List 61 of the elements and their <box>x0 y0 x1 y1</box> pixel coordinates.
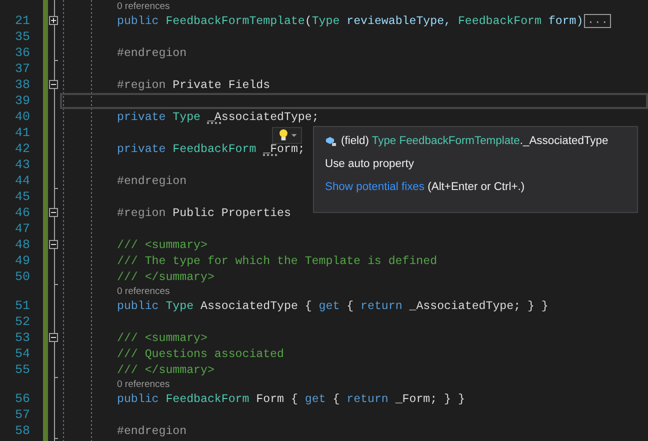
line-number: 37 <box>14 62 30 76</box>
collapse-icon[interactable] <box>49 240 58 249</box>
lightbulb-icon[interactable] <box>272 127 302 144</box>
code-line: private FeedbackForm _Form; <box>117 142 305 156</box>
code-line: /// </summary> <box>117 270 214 284</box>
line-number: 47 <box>14 222 30 236</box>
line-number: 36 <box>14 46 30 60</box>
line-number: 56 <box>14 392 30 406</box>
collapse-icon[interactable] <box>49 208 58 217</box>
line-number: 40 <box>14 110 30 124</box>
line-number: 38 <box>14 78 30 92</box>
code-line: #endregion <box>117 46 187 60</box>
line-number: 55 <box>14 363 30 377</box>
code-line: /// The type for which the Template is defined <box>117 254 438 268</box>
expand-icon[interactable] <box>49 16 58 25</box>
line-number: 46 <box>14 206 30 220</box>
references-count[interactable]: 0 references <box>117 378 170 391</box>
code-line: /// Questions associated <box>117 348 284 360</box>
code-line: public Type AssociatedType { get { return _AssociatedType; } } <box>117 300 548 312</box>
line-number: 48 <box>14 238 30 252</box>
collapsed-code-marker[interactable]: ... <box>584 14 612 28</box>
line-number: 58 <box>14 424 30 438</box>
collapse-icon[interactable] <box>49 333 58 342</box>
line-number: 39 <box>14 94 30 108</box>
collapse-icon[interactable] <box>49 80 58 89</box>
line-number: 41 <box>14 126 30 140</box>
line-number: 51 <box>14 299 30 313</box>
line-number: 53 <box>14 331 30 345</box>
code-line: public FeedbackForm Form { get { return _Form; } } <box>117 392 465 406</box>
line-number: 54 <box>14 347 30 361</box>
line-number: 45 <box>14 190 30 204</box>
symbol-signature: (field) Type FeedbackFormTemplate._AssociatedType <box>341 135 608 147</box>
references-count[interactable]: 0 references <box>117 285 170 298</box>
line-number: 57 <box>14 408 30 422</box>
code-line: public FeedbackFormTemplate(Type reviewableType, FeedbackForm form) <box>117 14 584 28</box>
code-line: private Type _AssociatedType; <box>117 110 319 124</box>
references-count[interactable]: 0 references <box>117 0 170 13</box>
code-line: #region Public Properties <box>117 206 291 220</box>
code-line: /// <summary> <box>117 332 208 344</box>
fold-end-marker <box>54 60 58 61</box>
code-line: #endregion <box>117 424 187 438</box>
line-number: 44 <box>14 174 30 188</box>
fold-end-marker <box>54 377 58 378</box>
suggestion-text: Use auto property <box>325 158 415 170</box>
line-number: 50 <box>14 270 30 284</box>
line-number: 35 <box>14 30 30 44</box>
line-number: 21 <box>14 14 30 28</box>
code-line: /// <summary> <box>117 238 208 252</box>
code-line: #endregion <box>117 174 187 188</box>
fold-end-marker <box>54 188 58 189</box>
fold-end-marker <box>54 438 58 439</box>
fold-end-marker <box>54 284 58 285</box>
field-icon <box>325 135 337 147</box>
code-line: #region Private Fields <box>117 78 270 92</box>
line-number: 43 <box>14 158 30 172</box>
shortcut-hint: (Alt+Enter or Ctrl+.) <box>428 181 525 193</box>
show-fixes-link[interactable]: Show potential fixes <box>325 181 425 193</box>
line-number: 49 <box>14 254 30 268</box>
code-line: /// </summary> <box>117 364 214 376</box>
line-number: 42 <box>14 142 30 156</box>
line-number: 52 <box>14 315 30 329</box>
